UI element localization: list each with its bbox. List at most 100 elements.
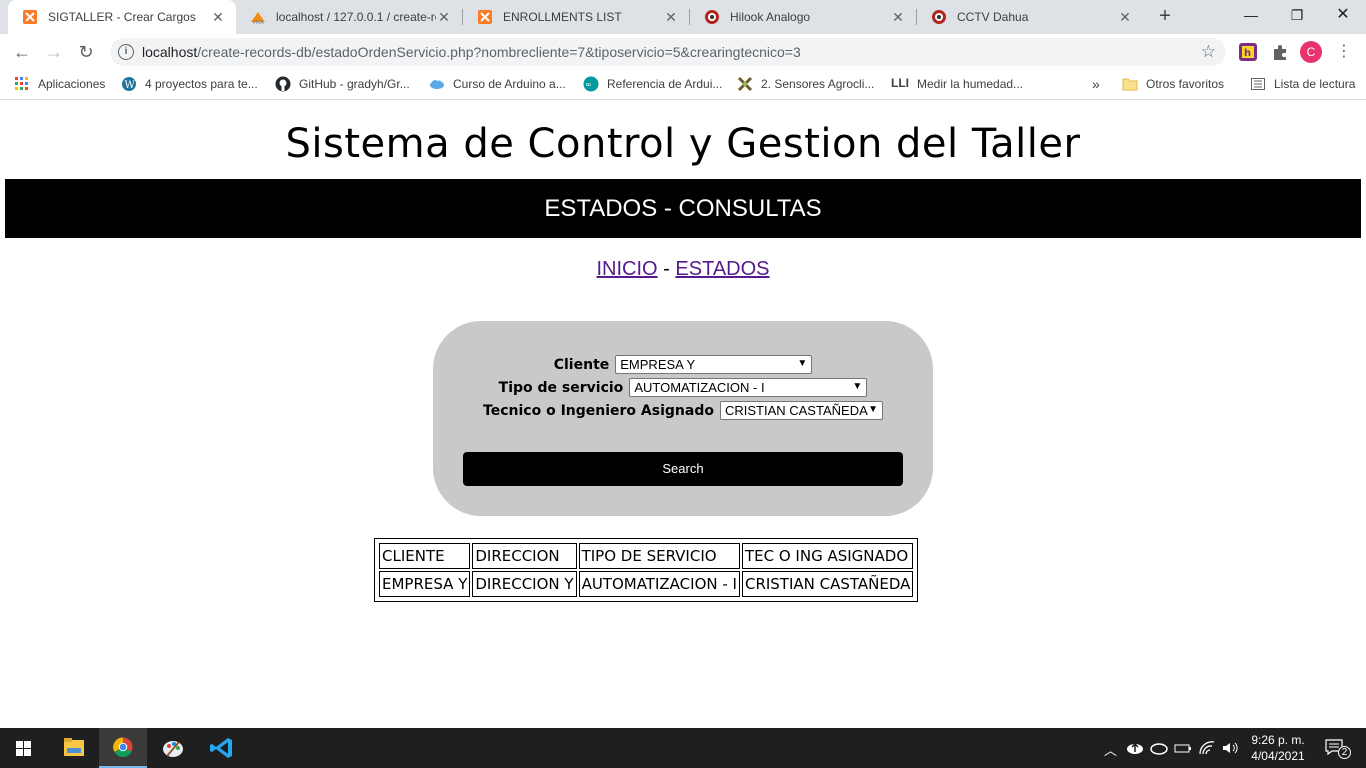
windows-start-icon[interactable] [0, 728, 48, 768]
wordpress-icon: W [122, 77, 136, 91]
reload-button[interactable]: ↻ [74, 40, 98, 64]
xampp-icon [478, 10, 492, 24]
tab-title: CCTV Dahua [957, 10, 1029, 24]
notifications-icon[interactable]: 2 [1324, 738, 1351, 759]
table-cell: DIRECCION Y [472, 571, 577, 597]
browser-menu-icon[interactable]: ⋮ [1332, 40, 1356, 64]
onedrive-cloud-icon[interactable] [1150, 740, 1168, 756]
more-bookmarks-chevron-icon[interactable]: » [1092, 76, 1100, 92]
table-row: EMPRESA Y DIRECCION Y AUTOMATIZACION - I… [379, 571, 914, 597]
header-cell: TIPO DE SERVICIO [578, 543, 740, 569]
close-tab-icon[interactable]: ✕ [663, 9, 679, 26]
tipo-servicio-select[interactable]: AUTOMATIZACION - I ▼ [629, 378, 868, 397]
header-cell: TEC O ING ASIGNADO [741, 543, 914, 569]
reading-list[interactable]: Lista de lectura [1250, 76, 1355, 92]
bookmark-apps[interactable]: Aplicaciones [14, 76, 105, 92]
table-cell: EMPRESA Y [379, 571, 471, 597]
inicio-link[interactable]: INICIO [596, 258, 657, 280]
apps-grid-icon [15, 77, 28, 90]
cliente-row: Cliente EMPRESA Y ▼ [433, 355, 933, 374]
show-hidden-icons-chevron-icon[interactable]: ︿ [1104, 740, 1117, 759]
bookmarks-bar: Aplicaciones W 4 proyectos para te... Gi… [0, 70, 1366, 100]
page-title: Sistema de Control y Gestion del Taller [285, 121, 1081, 167]
hikvision-icon [705, 10, 719, 24]
svg-text:h: h [1244, 48, 1251, 59]
bookmark-wordpress[interactable]: W 4 proyectos para te... [121, 76, 258, 92]
browser-toolbar: ← → ↻ i localhost/create-records-db/esta… [0, 34, 1366, 70]
minimize-button[interactable]: — [1228, 0, 1274, 30]
tab-title: Hilook Analogo [730, 10, 811, 24]
reading-list-icon [1251, 78, 1265, 90]
chevron-down-icon: ▼ [868, 404, 878, 415]
extensions-puzzle-icon[interactable] [1270, 42, 1290, 62]
tab-hilook[interactable]: Hilook Analogo ✕ [690, 0, 916, 34]
estados-link[interactable]: ESTADOS [675, 258, 769, 280]
search-form: Cliente EMPRESA Y ▼ Tipo de servicio AUT… [433, 321, 933, 516]
search-button[interactable]: Search [463, 452, 903, 486]
bookmark-humedad[interactable]: LLI Medir la humedad... [891, 76, 1023, 92]
page-content: Sistema de Control y Gestion del Taller … [0, 101, 1366, 728]
bookmark-github[interactable]: GitHub - gradyh/Gr... [275, 76, 410, 92]
back-button[interactable]: ← [10, 40, 34, 64]
vscode-icon[interactable] [198, 728, 246, 768]
tab-title: SIGTALLER - Crear Cargos [48, 10, 196, 24]
restore-button[interactable]: ❐ [1274, 0, 1320, 30]
chrome-icon[interactable] [99, 728, 147, 768]
paint-app-icon[interactable] [149, 728, 197, 768]
table-cell: CRISTIAN CASTAÑEDA [741, 571, 914, 597]
profile-avatar[interactable]: C [1300, 41, 1322, 63]
site-info-icon[interactable]: i [118, 44, 134, 60]
bookmark-star-icon[interactable]: ☆ [1201, 42, 1216, 62]
clock-date: 4/04/2021 [1251, 749, 1305, 763]
tecnico-select[interactable]: CRISTIAN CASTAÑEDA ▼ [719, 401, 883, 420]
close-window-button[interactable]: ✕ [1320, 0, 1366, 30]
windows-taskbar: ︿ 9:26 p. m. 4/04/2021 2 [0, 728, 1366, 768]
wifi-icon[interactable] [1198, 740, 1216, 756]
forward-button[interactable]: → [42, 40, 66, 64]
close-tab-icon[interactable]: ✕ [210, 9, 226, 26]
tab-title: ENROLLMENTS LIST [503, 10, 622, 24]
header-cell: CLIENTE [379, 543, 471, 569]
lli-icon: LLI [891, 76, 909, 90]
arduino-icon: ∞ [583, 76, 599, 92]
table-cell: AUTOMATIZACION - I [578, 571, 740, 597]
tipo-servicio-label: Tipo de servicio [498, 379, 624, 396]
sensor-icon [737, 76, 753, 92]
svg-text:W: W [125, 80, 136, 91]
xampp-icon [23, 10, 37, 24]
tab-cctv-dahua[interactable]: CCTV Dahua ✕ [917, 0, 1143, 34]
tab-sigtaller[interactable]: SIGTALLER - Crear Cargos ✕ [8, 0, 236, 34]
clock-time: 9:26 p. m. [1251, 733, 1305, 747]
url-text[interactable]: localhost/create-records-db/estadoOrdenS… [142, 44, 801, 60]
bookmark-sensores[interactable]: 2. Sensores Agrocli... [737, 76, 874, 92]
cliente-label: Cliente [553, 356, 610, 373]
tab-phpmyadmin[interactable]: PMA localhost / 127.0.0.1 / create-re ✕ [236, 0, 462, 34]
notification-count: 2 [1338, 746, 1351, 759]
new-tab-button[interactable]: + [1154, 5, 1176, 27]
github-icon [275, 76, 291, 92]
tab-strip: SIGTALLER - Crear Cargos ✕ PMA localhost… [0, 0, 1366, 34]
address-bar[interactable]: i localhost/create-records-db/estadoOrde… [110, 38, 1226, 66]
bookmark-arduino-reference[interactable]: ∞ Referencia de Ardui... [583, 76, 722, 92]
breadcrumb-separator: - [663, 258, 670, 280]
volume-icon[interactable] [1221, 740, 1239, 756]
tecnico-row: Tecnico o Ingeniero Asignado CRISTIAN CA… [433, 401, 933, 420]
svg-text:PMA: PMA [253, 20, 264, 25]
battery-icon[interactable] [1174, 740, 1192, 756]
hikvision-icon [932, 10, 946, 24]
extension-h-icon[interactable]: h [1238, 42, 1258, 62]
system-clock[interactable]: 9:26 p. m. 4/04/2021 [1240, 732, 1316, 764]
chevron-down-icon: ▼ [852, 381, 863, 392]
bookmark-arduino-course[interactable]: Curso de Arduino a... [429, 76, 566, 92]
tecnico-label: Tecnico o Ingeniero Asignado [483, 402, 714, 419]
results-table: CLIENTE DIRECCION TIPO DE SERVICIO TEC O… [374, 538, 919, 602]
header-cell: DIRECCION [472, 543, 577, 569]
bookmark-otros-favoritos[interactable]: Otros favoritos [1122, 76, 1224, 92]
tab-enrollments[interactable]: ENROLLMENTS LIST ✕ [463, 0, 689, 34]
cliente-select[interactable]: EMPRESA Y ▼ [615, 355, 813, 374]
file-explorer-icon[interactable] [50, 728, 98, 768]
close-tab-icon[interactable]: ✕ [436, 9, 452, 26]
onedrive-upload-icon[interactable] [1126, 740, 1144, 756]
close-tab-icon[interactable]: ✕ [890, 9, 906, 26]
close-tab-icon[interactable]: ✕ [1117, 9, 1133, 26]
